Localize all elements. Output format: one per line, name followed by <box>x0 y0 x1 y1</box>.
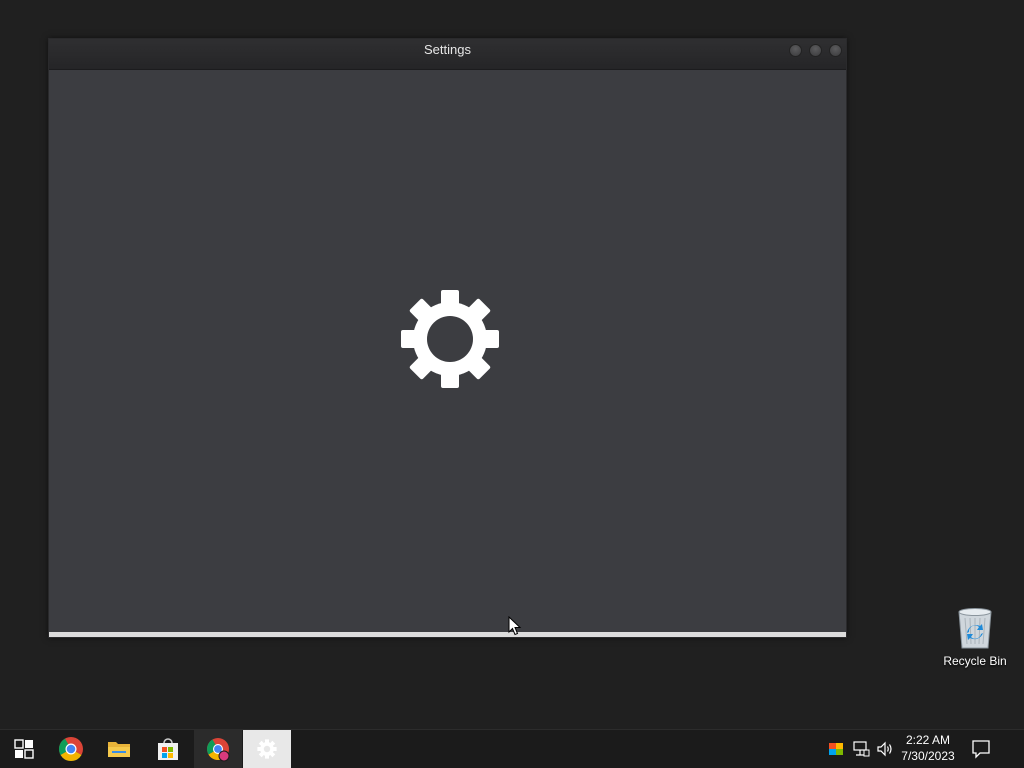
recycle-bin-label: Recycle Bin <box>943 654 1007 668</box>
mouse-cursor-icon <box>508 616 522 636</box>
window-titlebar[interactable]: Settings <box>49 39 846 70</box>
tray-color-flag[interactable] <box>826 730 846 768</box>
gear-icon <box>401 290 499 388</box>
minimize-button[interactable] <box>789 44 802 57</box>
volume-icon <box>877 741 892 757</box>
start-button[interactable] <box>0 730 48 768</box>
taskbar-chrome-profile[interactable] <box>194 730 242 768</box>
taskbar-chrome[interactable] <box>47 730 95 768</box>
clock-time: 2:22 AM <box>905 733 951 747</box>
window-title: Settings <box>424 42 471 57</box>
taskbar-microsoft-store[interactable] <box>144 730 192 768</box>
desktop-icon-recycle-bin[interactable]: Recycle Bin <box>940 606 1010 676</box>
maximize-button[interactable] <box>809 44 822 57</box>
tray-volume[interactable] <box>874 730 896 768</box>
start-icon <box>14 739 34 759</box>
action-center-button[interactable] <box>968 737 994 761</box>
color-flag-icon <box>829 743 843 755</box>
settings-window[interactable]: Settings <box>48 38 847 638</box>
chrome-icon <box>58 737 83 762</box>
taskbar: 2:22 AM 7/30/2023 <box>0 729 1024 768</box>
recycle-bin-icon <box>958 608 992 649</box>
taskbar-file-explorer[interactable] <box>95 730 143 768</box>
clock-date: 7/30/2023 <box>901 749 955 763</box>
close-button[interactable] <box>829 44 842 57</box>
chrome-profile-icon <box>207 738 230 762</box>
folder-icon <box>108 742 130 757</box>
taskbar-clock[interactable]: 2:22 AM 7/30/2023 <box>896 732 960 764</box>
taskbar-settings[interactable] <box>243 730 291 768</box>
tray-network[interactable] <box>850 730 872 768</box>
notification-icon <box>972 740 990 759</box>
loading-progress-bar <box>49 632 846 637</box>
store-icon <box>158 738 178 760</box>
gear-icon <box>257 739 277 759</box>
network-icon <box>853 741 870 757</box>
